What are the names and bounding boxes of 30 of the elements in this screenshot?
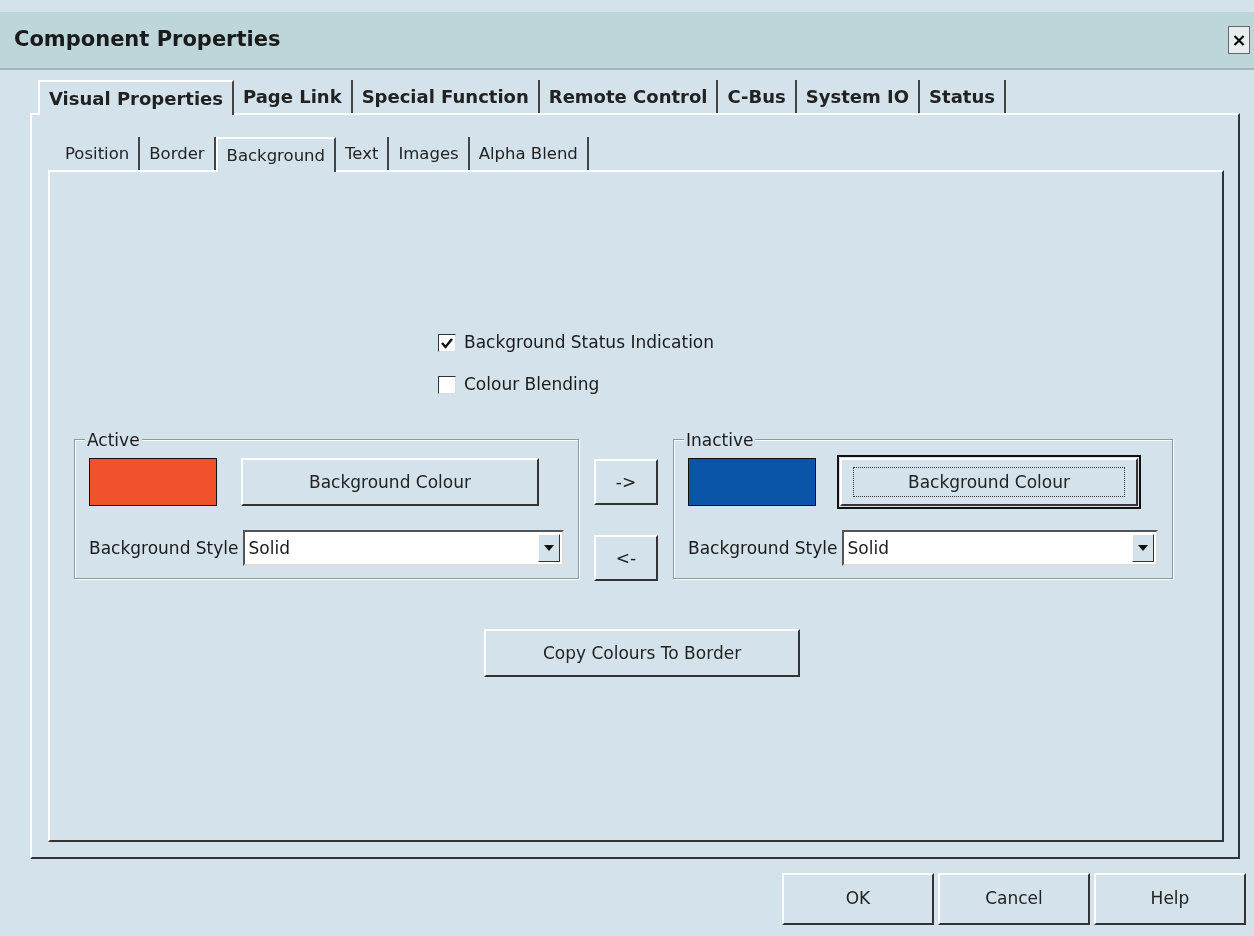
sub-tab[interactable]: Alpha Blend bbox=[469, 137, 589, 171]
dialog-button[interactable]: Cancel bbox=[938, 873, 1090, 926]
field-label: Background Style bbox=[688, 536, 838, 560]
transfer-button[interactable]: -> bbox=[594, 459, 658, 506]
tab[interactable]: Remote Control bbox=[539, 80, 719, 114]
tab[interactable]: C-Bus bbox=[718, 80, 797, 114]
dialog-button[interactable]: Help bbox=[1094, 873, 1246, 926]
checkbox-label: Background Status Indication bbox=[464, 331, 715, 355]
style-dropdown[interactable]: Solid bbox=[242, 530, 564, 567]
checkbox-label: Colour Blending bbox=[464, 372, 600, 396]
transfer-button[interactable]: <- bbox=[594, 535, 658, 582]
tab[interactable]: Special Function bbox=[352, 80, 540, 114]
copy-colours-button[interactable]: Copy Colours To Border bbox=[484, 629, 800, 678]
close-button[interactable]: × bbox=[1228, 26, 1250, 54]
sub-tab[interactable]: Position bbox=[56, 137, 141, 171]
checkbox[interactable] bbox=[438, 375, 456, 394]
tab[interactable]: Visual Properties bbox=[38, 80, 234, 116]
colour-button[interactable]: Background Colour bbox=[840, 458, 1138, 507]
field-label: Background Style bbox=[89, 536, 239, 560]
sub-tab[interactable]: Background bbox=[215, 137, 336, 173]
window-title: Component Properties bbox=[13, 26, 281, 54]
tab[interactable]: System IO bbox=[796, 80, 921, 114]
dialog-button[interactable]: OK bbox=[782, 873, 934, 926]
style-dropdown[interactable]: Solid bbox=[841, 530, 1158, 567]
sub-tab[interactable]: Images bbox=[389, 137, 470, 171]
sub-tab[interactable]: Text bbox=[336, 137, 390, 171]
checkbox[interactable] bbox=[438, 334, 456, 353]
colour-button[interactable]: Background Colour bbox=[241, 458, 539, 507]
tab[interactable]: Status bbox=[920, 80, 1006, 114]
tab[interactable]: Page Link bbox=[234, 80, 353, 114]
